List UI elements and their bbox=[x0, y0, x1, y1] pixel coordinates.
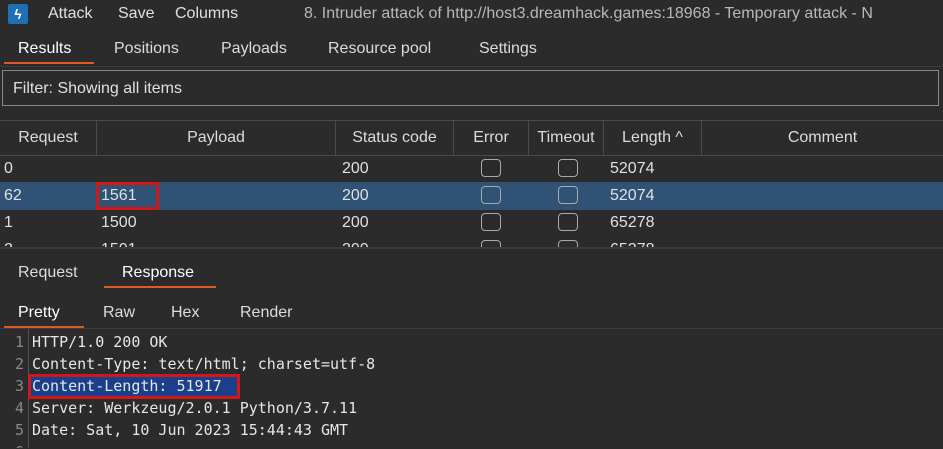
column-header-timeout[interactable]: Timeout bbox=[529, 121, 604, 155]
tab-hex[interactable]: Hex bbox=[171, 302, 199, 324]
error-checkbox[interactable] bbox=[481, 186, 501, 204]
code-line-content-length[interactable]: Content-Length: 51917 bbox=[32, 375, 222, 397]
code-line[interactable]: Content-Type: text/html; charset=utf-8 bbox=[32, 353, 375, 375]
tab-render[interactable]: Render bbox=[240, 302, 292, 324]
line-number: 5 bbox=[14, 421, 24, 439]
timeout-checkbox[interactable] bbox=[558, 159, 578, 177]
column-header-payload[interactable]: Payload bbox=[97, 121, 336, 155]
tab-response[interactable]: Response bbox=[122, 262, 194, 284]
menu-save[interactable]: Save bbox=[118, 4, 154, 24]
pane-divider[interactable] bbox=[0, 247, 943, 249]
tab-positions[interactable]: Positions bbox=[114, 38, 179, 60]
filter-bar[interactable]: Filter: Showing all items bbox=[2, 70, 939, 106]
menu-attack[interactable]: Attack bbox=[48, 4, 92, 24]
table-row-selected[interactable]: 62 1561 200 52074 bbox=[0, 182, 943, 210]
column-header-status-code[interactable]: Status code bbox=[336, 121, 454, 155]
column-header-comment[interactable]: Comment bbox=[702, 121, 943, 155]
error-checkbox[interactable] bbox=[481, 213, 501, 231]
column-header-error[interactable]: Error bbox=[454, 121, 529, 155]
menu-columns[interactable]: Columns bbox=[175, 4, 238, 24]
cell-payload: 1561 bbox=[101, 187, 137, 204]
filter-label: Filter: Showing all items bbox=[13, 80, 182, 97]
table-row-clipped[interactable]: 2 1501 200 65278 bbox=[0, 236, 943, 247]
tab-payloads[interactable]: Payloads bbox=[221, 38, 287, 60]
active-subtab-indicator bbox=[104, 286, 216, 288]
error-checkbox[interactable] bbox=[481, 240, 501, 247]
cell-length: 65278 bbox=[610, 214, 655, 231]
tab-results[interactable]: Results bbox=[18, 38, 71, 60]
tab-settings[interactable]: Settings bbox=[479, 38, 537, 60]
cell-length: 65278 bbox=[610, 236, 655, 247]
cell-request: 0 bbox=[4, 160, 13, 177]
code-line[interactable]: HTTP/1.0 200 OK bbox=[32, 331, 167, 353]
menu-bar: ϟ Attack Save Columns 8. Intruder attack… bbox=[0, 0, 943, 28]
timeout-checkbox[interactable] bbox=[558, 240, 578, 247]
window-title: 8. Intruder attack of http://host3.dream… bbox=[304, 5, 873, 22]
active-tab-indicator bbox=[4, 62, 94, 64]
main-tab-bar: Results Positions Payloads Resource pool… bbox=[0, 32, 943, 67]
cell-status: 200 bbox=[342, 187, 369, 204]
timeout-checkbox[interactable] bbox=[558, 213, 578, 231]
tab-raw[interactable]: Raw bbox=[103, 302, 135, 324]
cell-status: 200 bbox=[342, 236, 369, 247]
line-number: 4 bbox=[14, 399, 24, 417]
code-line[interactable]: Date: Sat, 10 Jun 2023 15:44:43 GMT bbox=[32, 419, 348, 441]
cell-length: 52074 bbox=[610, 187, 655, 204]
code-line[interactable]: Server: Werkzeug/2.0.1 Python/3.7.11 bbox=[32, 397, 357, 419]
table-row[interactable]: 1 1500 200 65278 bbox=[0, 209, 943, 237]
results-table-header: Request Payload Status code Error Timeou… bbox=[0, 120, 943, 156]
line-number: 3 bbox=[14, 377, 24, 395]
column-header-request[interactable]: Request bbox=[0, 121, 97, 155]
column-header-length[interactable]: Length ^ bbox=[604, 121, 702, 155]
cell-request: 62 bbox=[4, 187, 22, 204]
tab-resource-pool[interactable]: Resource pool bbox=[328, 38, 431, 60]
error-checkbox[interactable] bbox=[481, 159, 501, 177]
cell-payload: 1501 bbox=[101, 236, 137, 247]
table-row[interactable]: 0 200 52074 bbox=[0, 155, 943, 183]
cell-request: 1 bbox=[4, 214, 13, 231]
cell-status: 200 bbox=[342, 214, 369, 231]
tab-request[interactable]: Request bbox=[18, 262, 78, 284]
timeout-checkbox[interactable] bbox=[558, 186, 578, 204]
line-number: 1 bbox=[14, 333, 24, 351]
line-number: 6 bbox=[0, 441, 24, 448]
cell-payload: 1500 bbox=[101, 214, 137, 231]
clipped-line: 6 bbox=[0, 441, 943, 448]
cell-status: 200 bbox=[342, 160, 369, 177]
tab-pretty[interactable]: Pretty bbox=[18, 302, 60, 324]
line-number: 2 bbox=[14, 355, 24, 373]
cell-length: 52074 bbox=[610, 160, 655, 177]
cell-request: 2 bbox=[4, 236, 13, 247]
burp-bolt-icon: ϟ bbox=[8, 4, 28, 24]
